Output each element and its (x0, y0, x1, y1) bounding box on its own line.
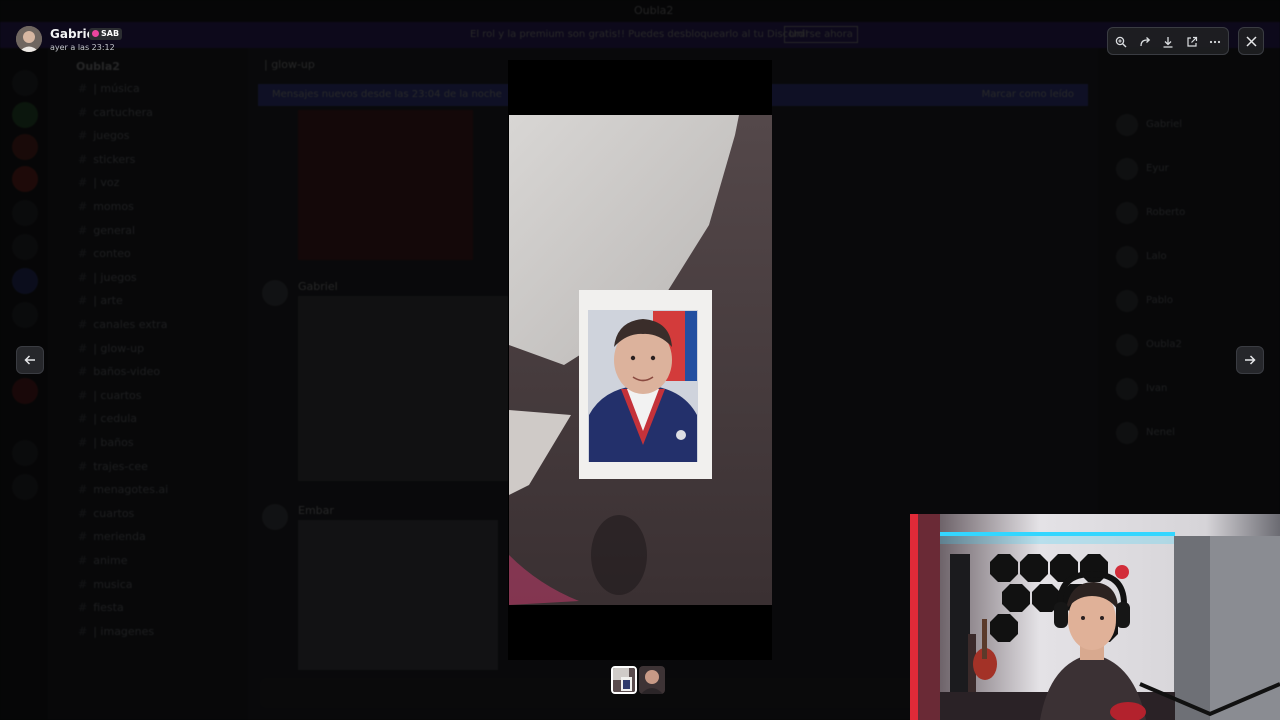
tag-badge-icon (92, 30, 99, 37)
previous-image-button[interactable] (16, 346, 44, 374)
zoom-icon[interactable] (1112, 33, 1130, 51)
viewer-image[interactable] (509, 115, 772, 605)
message-timestamp: ayer a las 23:12 (50, 43, 115, 52)
thumbnail-1[interactable] (611, 666, 637, 694)
forward-icon[interactable] (1136, 33, 1154, 51)
author-tag-text: SAB (101, 29, 120, 38)
streamer-webcam-overlay (910, 514, 1280, 720)
next-image-button[interactable] (1236, 346, 1264, 374)
download-icon[interactable] (1159, 33, 1177, 51)
viewer-toolbar (1107, 27, 1229, 55)
image-thumbnails (611, 666, 667, 694)
more-icon[interactable] (1206, 33, 1224, 51)
arrow-left-icon (24, 355, 35, 365)
close-icon (1245, 35, 1257, 47)
close-viewer-button[interactable] (1238, 27, 1264, 55)
author-avatar[interactable] (16, 26, 42, 52)
screen: Oubla2 El rol y la premium son gratis!! … (0, 0, 1280, 720)
thumbnail-2[interactable] (639, 666, 665, 694)
author-tag-badge: SAB (89, 28, 123, 40)
arrow-right-icon (1245, 355, 1256, 365)
media-viewer-header: Gabriel SAB ayer a las 23:12 (0, 22, 1280, 58)
open-external-icon[interactable] (1183, 33, 1201, 51)
